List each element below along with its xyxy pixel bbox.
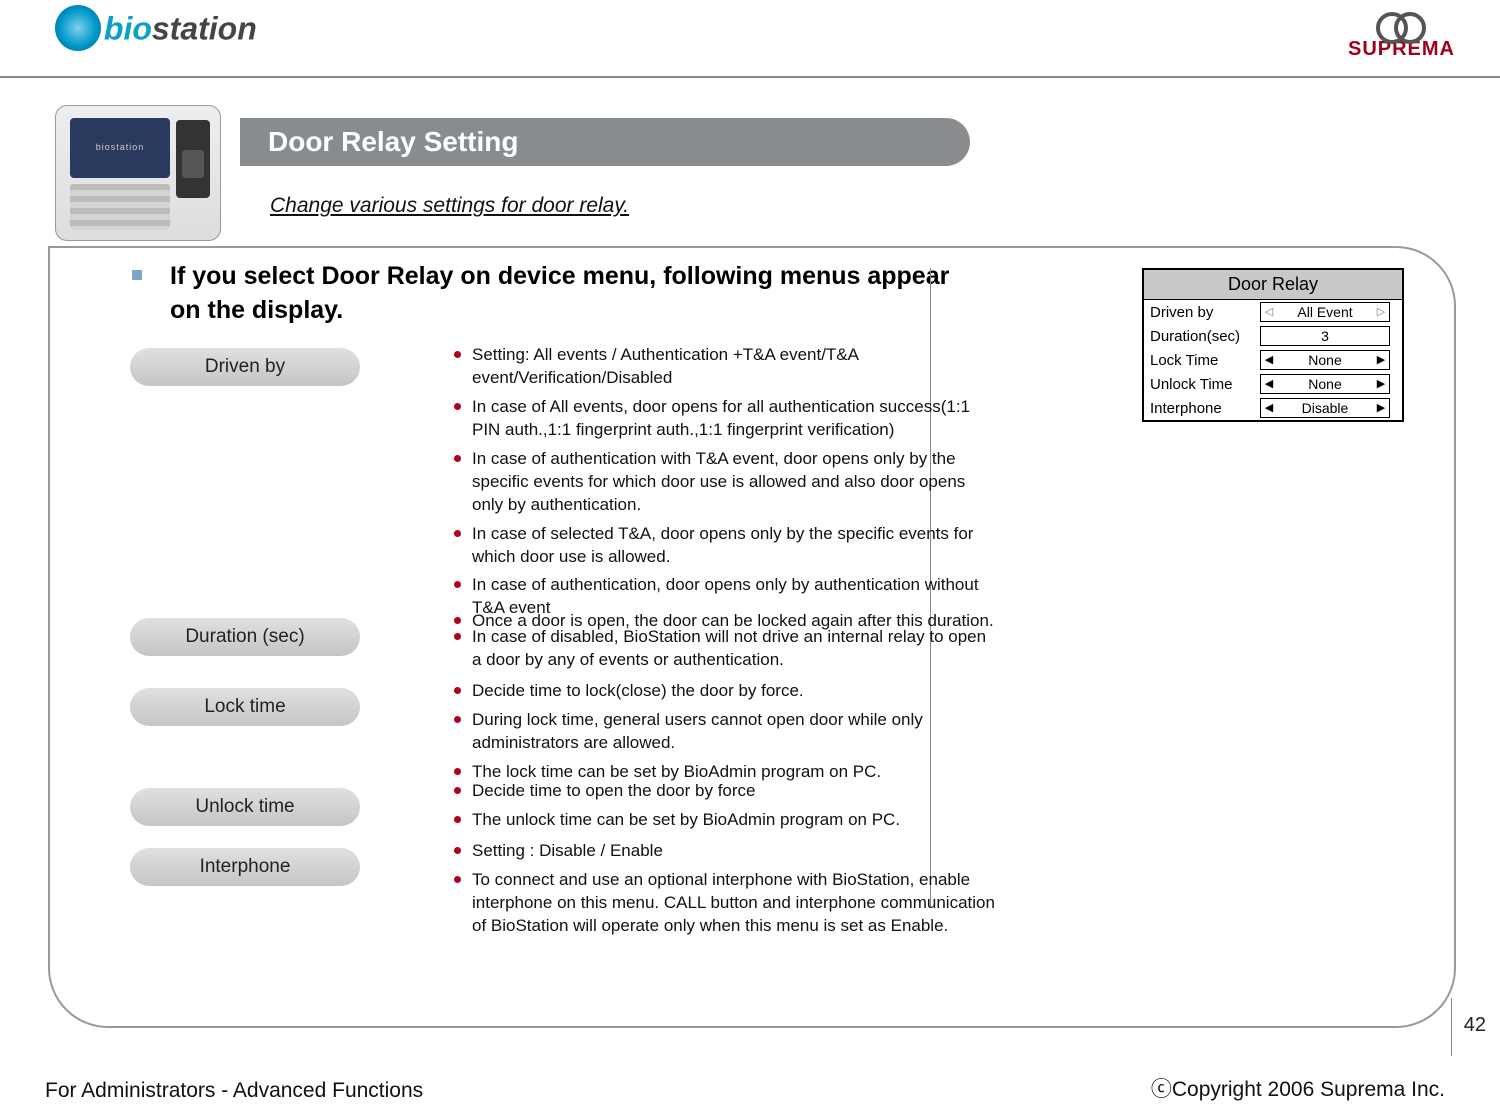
bullet: In case of selected T&A, door opens only… <box>450 523 1000 569</box>
arrow-right-icon[interactable]: ▶ <box>1373 403 1389 414</box>
section-interphone: Interphone Setting : Disable / Enable To… <box>130 848 360 886</box>
arrow-left-icon[interactable]: ◁ <box>1261 307 1277 318</box>
logo-biostation-text: biostation <box>104 11 257 47</box>
arrow-right-icon[interactable]: ▷ <box>1373 307 1389 318</box>
lcd-value: All Event <box>1277 304 1373 320</box>
device-screen-icon: biostation <box>70 118 170 178</box>
lcd-spinner-driven-by[interactable]: ◁ All Event ▷ <box>1260 302 1390 322</box>
lcd-table: Driven by ◁ All Event ▷ Duration(sec) ◀ … <box>1144 300 1402 420</box>
lcd-value: 3 <box>1277 328 1373 344</box>
logo-biostation: biostation <box>55 6 257 52</box>
lcd-row: Interphone ◀ Disable ▶ <box>1144 396 1402 420</box>
infinity-icon <box>1376 12 1426 38</box>
footer: For Administrators - Advanced Functions … <box>0 1067 1500 1117</box>
pill-driven-by: Driven by <box>130 348 360 386</box>
lcd-value: None <box>1277 376 1373 392</box>
lcd-row: Lock Time ◀ None ▶ <box>1144 348 1402 372</box>
lcd-row: Duration(sec) ◀ 3 ▶ <box>1144 324 1402 348</box>
logo-suprema: SUPREMA <box>1348 12 1455 61</box>
lcd-spinner-lock-time[interactable]: ◀ None ▶ <box>1260 350 1390 370</box>
lcd-title: Door Relay <box>1144 270 1402 300</box>
page-number: 42 <box>1464 1014 1486 1037</box>
lead-text: If you select Door Relay on device menu,… <box>170 260 960 328</box>
bullet: Decide time to open the door by force <box>450 780 1000 803</box>
bullet: Setting: All events / Authentication +T&… <box>450 344 1000 390</box>
section-duration: Duration (sec) Once a door is open, the … <box>130 618 360 656</box>
lcd-spinner-unlock-time[interactable]: ◀ None ▶ <box>1260 374 1390 394</box>
lcd-label: Interphone <box>1144 396 1254 420</box>
lcd-label: Unlock Time <box>1144 372 1254 396</box>
pill-duration: Duration (sec) <box>130 618 360 656</box>
lcd-value: None <box>1277 352 1373 368</box>
lead-bullet-icon <box>132 270 142 280</box>
section-driven-by: Driven by Setting: All events / Authenti… <box>130 348 360 386</box>
page-number-divider <box>1451 998 1452 1056</box>
footer-right: ⓒCopyright 2006 Suprema Inc. <box>1151 1073 1445 1103</box>
bullet: Once a door is open, the door can be loc… <box>450 610 1000 633</box>
lcd-label: Driven by <box>1144 300 1254 324</box>
arrow-left-icon[interactable]: ◀ <box>1261 403 1277 414</box>
arrow-left-icon[interactable]: ◀ <box>1261 379 1277 390</box>
lcd-value: Disable <box>1277 400 1373 416</box>
bullet: The unlock time can be set by BioAdmin p… <box>450 809 1000 832</box>
lcd-row: Driven by ◁ All Event ▷ <box>1144 300 1402 324</box>
bullets-duration: Once a door is open, the door can be loc… <box>450 610 1000 639</box>
bullets-lock-time: Decide time to lock(close) the door by f… <box>450 680 1000 790</box>
pill-lock-time: Lock time <box>130 688 360 726</box>
bullet: To connect and use an optional interphon… <box>450 869 1000 938</box>
section-lock-time: Lock time Decide time to lock(close) the… <box>130 688 360 726</box>
lcd-label: Duration(sec) <box>1144 324 1254 348</box>
section-unlock-time: Unlock time Decide time to open the door… <box>130 788 360 826</box>
pill-interphone: Interphone <box>130 848 360 886</box>
arrow-left-icon[interactable]: ◀ <box>1261 355 1277 366</box>
bullet: During lock time, general users cannot o… <box>450 709 1000 755</box>
bullet: In case of authentication with T&A event… <box>450 448 1000 517</box>
page-title: Door Relay Setting <box>240 118 970 166</box>
arrow-right-icon[interactable]: ▶ <box>1373 379 1389 390</box>
device-sensor-icon <box>176 120 210 198</box>
bullets-interphone: Setting : Disable / Enable To connect an… <box>450 840 1000 944</box>
lcd-spinner-duration[interactable]: ◀ 3 ▶ <box>1260 326 1390 346</box>
page-subtitle: Change various settings for door relay. <box>270 194 629 218</box>
bullets-unlock-time: Decide time to open the door by force Th… <box>450 780 1000 838</box>
footer-left: For Administrators - Advanced Functions <box>45 1079 423 1103</box>
device-keypad-icon <box>70 184 170 230</box>
bullet: Decide time to lock(close) the door by f… <box>450 680 1000 703</box>
lcd-row: Unlock Time ◀ None ▶ <box>1144 372 1402 396</box>
header: biostation SUPREMA <box>0 0 1500 78</box>
content-frame: If you select Door Relay on device menu,… <box>48 246 1456 1028</box>
lcd-spinner-interphone[interactable]: ◀ Disable ▶ <box>1260 398 1390 418</box>
lcd-label: Lock Time <box>1144 348 1254 372</box>
pill-unlock-time: Unlock time <box>130 788 360 826</box>
arrow-right-icon[interactable]: ▶ <box>1373 355 1389 366</box>
device-thumbnail: biostation <box>55 105 221 241</box>
lcd-panel: Door Relay Driven by ◁ All Event ▷ Durat… <box>1142 268 1404 422</box>
swirl-icon <box>55 5 101 51</box>
bullet: Setting : Disable / Enable <box>450 840 1000 863</box>
bullet: In case of All events, door opens for al… <box>450 396 1000 442</box>
